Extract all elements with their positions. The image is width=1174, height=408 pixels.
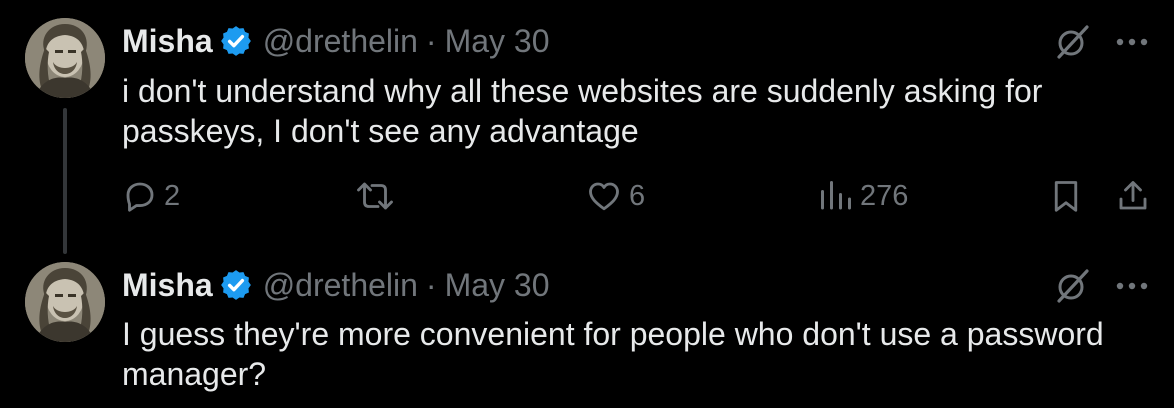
author-handle[interactable]: @drethelin bbox=[263, 267, 418, 304]
tweet-text: I guess they're more convenient for peop… bbox=[122, 316, 1104, 392]
like-button[interactable]: 6 bbox=[585, 176, 645, 216]
avatar[interactable] bbox=[25, 18, 105, 98]
retweet-icon bbox=[357, 182, 393, 210]
tweet-header: Misha @drethelin · May 30 bbox=[122, 265, 550, 305]
share-button[interactable] bbox=[1115, 176, 1151, 216]
bookmark-icon bbox=[1054, 181, 1078, 212]
separator: · bbox=[425, 266, 437, 303]
more-icon[interactable] bbox=[1110, 22, 1154, 62]
reply-button[interactable]: 2 bbox=[122, 176, 180, 216]
bookmark-button[interactable] bbox=[1048, 176, 1084, 216]
share-icon bbox=[1119, 181, 1147, 210]
author-name[interactable]: Misha bbox=[122, 267, 213, 304]
tweet-actions: 2 6 276 bbox=[0, 176, 1174, 216]
author-handle[interactable]: @drethelin bbox=[263, 23, 418, 60]
like-count: 6 bbox=[629, 179, 646, 212]
tweet-date[interactable]: May 30 bbox=[445, 23, 550, 60]
like-icon bbox=[589, 182, 619, 211]
reply-count: 2 bbox=[164, 179, 181, 212]
tweet-date[interactable]: May 30 bbox=[445, 267, 550, 304]
reply-icon bbox=[126, 182, 154, 212]
verified-badge-icon bbox=[220, 270, 251, 300]
author-name[interactable]: Misha bbox=[122, 23, 213, 60]
avatar[interactable] bbox=[25, 262, 105, 342]
tweet-text: i don't understand why all these website… bbox=[122, 73, 1043, 149]
separator: · bbox=[425, 22, 437, 59]
verified-badge-icon bbox=[220, 26, 251, 56]
more-icon[interactable] bbox=[1110, 266, 1154, 306]
grok-icon[interactable] bbox=[1052, 266, 1092, 306]
retweet-button[interactable] bbox=[354, 176, 396, 216]
views-count: 276 bbox=[860, 179, 909, 212]
grok-icon[interactable] bbox=[1052, 22, 1092, 62]
tweet-header: Misha @drethelin · May 30 bbox=[122, 21, 550, 61]
views-icon bbox=[821, 181, 851, 210]
views-button[interactable]: 276 bbox=[818, 176, 908, 216]
